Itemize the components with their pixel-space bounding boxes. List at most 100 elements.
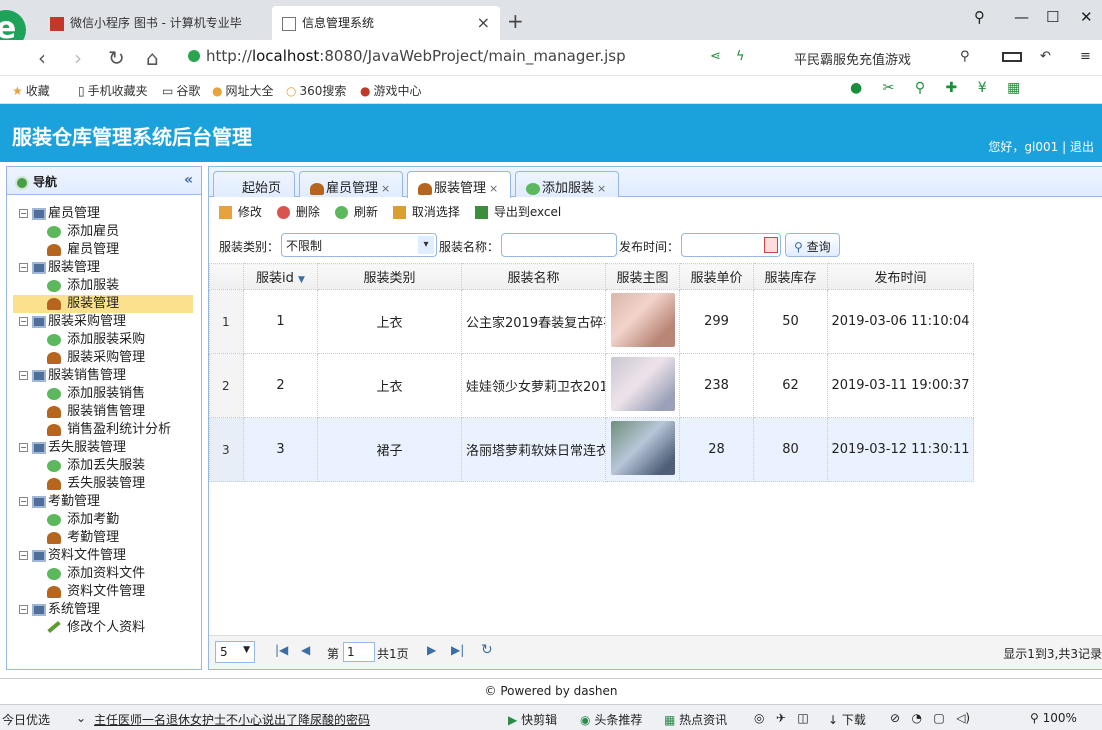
nav-item[interactable]: 资料文件管理 — [19, 583, 201, 601]
nav-group[interactable]: − 系统管理 — [19, 601, 201, 619]
tab-home[interactable]: 起始页 — [213, 171, 295, 197]
address-promo[interactable]: 平民霸服免充值游戏 — [794, 49, 911, 68]
column-header[interactable]: 服装类别 — [317, 263, 462, 290]
status-item[interactable]: ▶ 快剪辑 — [508, 711, 557, 728]
close-tab-icon[interactable]: × — [477, 13, 490, 32]
zoom-control[interactable]: ⚲ 100% — [1030, 711, 1077, 725]
nav-group[interactable]: − 服装销售管理 — [19, 367, 201, 385]
close-tab-icon[interactable]: × — [597, 182, 606, 195]
status-item[interactable]: ◉ 头条推荐 — [580, 711, 642, 728]
undo-icon[interactable]: ↶ — [1040, 49, 1051, 64]
page-number-input[interactable]: 1 — [343, 642, 375, 662]
unselect-button[interactable]: 取消选择 — [393, 203, 460, 220]
export-button[interactable]: 导出到excel — [475, 203, 561, 220]
url-input[interactable]: http://localhost:8080/JavaWebProject/mai… — [206, 47, 626, 65]
collapse-tree-icon[interactable]: − — [19, 263, 28, 272]
last-page-icon[interactable]: ▶| — [451, 643, 464, 657]
close-tab-icon[interactable]: × — [489, 182, 498, 195]
close-tab-icon[interactable]: × — [381, 182, 390, 195]
maximize-icon[interactable]: ☐ — [1046, 8, 1059, 26]
first-page-icon[interactable]: |◀ — [275, 643, 288, 657]
collapse-tree-icon[interactable]: − — [19, 551, 28, 560]
nav-group[interactable]: − 服装采购管理 — [19, 313, 201, 331]
forward-icon[interactable]: › — [74, 46, 82, 70]
reload-icon[interactable]: ↻ — [108, 46, 125, 70]
bookmark-360[interactable]: ○ 360搜索 — [286, 82, 346, 99]
product-image[interactable] — [610, 292, 675, 347]
nav-group[interactable]: − 资料文件管理 — [19, 547, 201, 565]
home-icon[interactable]: ⌂ — [146, 46, 159, 70]
nav-item[interactable]: 添加服装销售 — [19, 385, 201, 403]
collapse-tree-icon[interactable]: − — [19, 209, 28, 218]
back-icon[interactable]: ‹ — [38, 46, 46, 70]
column-header[interactable]: 服装主图 — [605, 263, 680, 290]
bookmark-google[interactable]: ▭ 谷歌 — [162, 82, 200, 99]
tab-clothing[interactable]: 服装管理 × — [407, 171, 511, 198]
category-select[interactable]: 不限制 ▾ — [281, 233, 437, 257]
collapse-tree-icon[interactable]: − — [19, 497, 28, 506]
product-image[interactable] — [610, 420, 675, 475]
nav-group[interactable]: − 服装管理 — [19, 259, 201, 277]
bookmark-mobile[interactable]: ▯ 手机收藏夹 — [78, 82, 148, 99]
close-window-icon[interactable]: ✕ — [1080, 8, 1093, 26]
status-left[interactable]: 今日优选 — [2, 711, 50, 728]
tab-employee[interactable]: 雇员管理 × — [299, 171, 403, 197]
table-row[interactable]: 3 3 裙子 洛丽塔萝莉软妹日常连衣裙 28 80 2019-03-12 11:… — [209, 417, 974, 482]
share-icon[interactable]: ⋖ — [710, 49, 721, 64]
nav-group[interactable]: − 考勤管理 — [19, 493, 201, 511]
nav-item[interactable]: 销售盈利统计分析 — [19, 421, 201, 439]
lightning-icon[interactable]: ϟ — [736, 49, 745, 64]
download-button[interactable]: ↓ 下载 — [828, 711, 866, 728]
reload-icon[interactable]: ↻ — [481, 642, 493, 658]
name-input[interactable] — [501, 233, 617, 257]
table-row[interactable]: 2 2 上衣 娃娃领少女萝莉卫衣2019 238 62 2019-03-11 1… — [209, 353, 974, 418]
collapse-tree-icon[interactable]: − — [19, 605, 28, 614]
calendar-icon[interactable] — [764, 237, 778, 253]
nav-item[interactable]: 服装销售管理 — [19, 403, 201, 421]
collapse-icon[interactable]: « — [184, 172, 193, 188]
product-image[interactable] — [610, 356, 675, 411]
status-item[interactable]: ▦ 热点资讯 — [664, 711, 727, 728]
collapse-tree-icon[interactable]: − — [19, 443, 28, 452]
browser-tab-2[interactable]: 信息管理系统 × — [272, 6, 500, 40]
date-input[interactable] — [681, 233, 781, 257]
shirt-icon[interactable]: ⚲ — [974, 8, 985, 26]
new-tab-icon[interactable]: + — [507, 9, 524, 33]
nav-item[interactable]: 添加雇员 — [19, 223, 201, 241]
tool-icons[interactable]: ◎ ✈ ◫ — [754, 711, 809, 725]
chevron-down-icon[interactable]: ⌄ — [76, 711, 86, 725]
news-link[interactable]: 主任医师一名退休女护士不小心说出了降尿酸的密码 — [94, 711, 370, 728]
table-row[interactable]: 1 1 上衣 公主家2019春装复古碎花 299 50 2019-03-06 1… — [209, 289, 974, 354]
column-header[interactable]: 服装库存 — [753, 263, 828, 290]
nav-item[interactable]: 添加丢失服装 — [19, 457, 201, 475]
misc-icons[interactable]: ⊘ ◔ ▢ ◁) — [890, 711, 970, 725]
nav-item[interactable]: 考勤管理 — [19, 529, 201, 547]
refresh-button[interactable]: 刷新 — [335, 203, 378, 220]
browser-tab-1[interactable]: 微信小程序 图书 - 计算机专业毕 — [40, 6, 272, 40]
column-header[interactable]: 服装名称 — [461, 263, 606, 290]
nav-item[interactable]: 添加服装 — [19, 277, 201, 295]
menu-icon[interactable]: ≡ — [1080, 49, 1091, 64]
collapse-tree-icon[interactable]: − — [19, 317, 28, 326]
column-header[interactable]: 发布时间 — [827, 263, 974, 290]
nav-item[interactable]: 添加考勤 — [19, 511, 201, 529]
collapse-tree-icon[interactable]: − — [19, 371, 28, 380]
delete-button[interactable]: 删除 — [277, 203, 320, 220]
tab-add-clothing[interactable]: 添加服装 × — [515, 171, 619, 197]
nav-item[interactable]: 修改个人资料 — [19, 619, 201, 637]
query-button[interactable]: ⚲ 查询 — [785, 233, 840, 257]
page-size-select[interactable]: 5 ▼ — [215, 641, 255, 663]
nav-item[interactable]: 服装管理 — [13, 295, 193, 313]
nav-item[interactable]: 丢失服装管理 — [19, 475, 201, 493]
search-icon[interactable]: ⚲ — [960, 49, 970, 64]
prev-page-icon[interactable]: ◀ — [301, 643, 310, 657]
nav-item[interactable]: 雇员管理 — [19, 241, 201, 259]
nav-item[interactable]: 添加服装采购 — [19, 331, 201, 349]
logout-link[interactable]: 退出 — [1070, 140, 1094, 154]
next-page-icon[interactable]: ▶ — [427, 643, 436, 657]
nav-item[interactable]: 服装采购管理 — [19, 349, 201, 367]
nav-item[interactable]: 添加资料文件 — [19, 565, 201, 583]
nav-group[interactable]: − 雇员管理 — [19, 205, 201, 223]
extension-icons[interactable]: ● ✂ ⚲ ✚ ¥ ▦ — [850, 80, 1028, 96]
bookmark-games[interactable]: ● 游戏中心 — [360, 82, 422, 99]
